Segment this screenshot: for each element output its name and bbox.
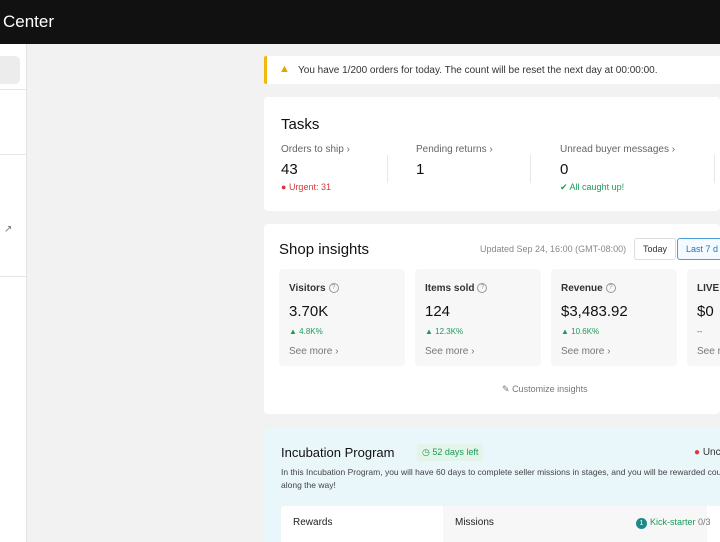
task-value: 1 bbox=[416, 161, 425, 178]
caught-up-text: All caught up! bbox=[569, 182, 625, 192]
task-label: Orders to ship › bbox=[281, 144, 350, 155]
clock-icon: ◷ bbox=[422, 447, 430, 457]
status-dot-icon: ● bbox=[694, 447, 701, 458]
see-more-link[interactable]: See more › bbox=[425, 346, 474, 357]
order-limit-notice: ▲ You have 1/200 orders for today. The c… bbox=[264, 56, 720, 84]
task-unread-messages[interactable]: Unread buyer messages › 0 ✔ All caught u… bbox=[560, 144, 675, 193]
incubation-program-card: Incubation Program ◷ 52 days left ● Unc … bbox=[264, 428, 720, 542]
sidebar-divider bbox=[0, 154, 27, 155]
tab-rewards[interactable]: Rewards bbox=[293, 517, 332, 528]
last-7-days-button[interactable]: Last 7 d bbox=[677, 238, 720, 260]
divider bbox=[530, 155, 531, 183]
sidebar: ↗ bbox=[0, 44, 27, 542]
top-bar: Center bbox=[0, 0, 720, 44]
help-icon[interactable]: ? bbox=[328, 283, 339, 294]
updated-timestamp: Updated Sep 24, 16:00 (GMT-08:00) bbox=[480, 244, 627, 254]
urgent-text: Urgent: 31 bbox=[288, 182, 331, 192]
insights-title: Shop insights bbox=[279, 241, 370, 258]
help-icon[interactable]: ? bbox=[605, 283, 616, 294]
status-text: Unc bbox=[702, 447, 720, 458]
task-orders-to-ship[interactable]: Orders to ship › 43 ● Urgent: 31 bbox=[281, 144, 350, 192]
incubation-description: In this Incubation Program, you will hav… bbox=[281, 467, 720, 490]
customize-label: Customize insights bbox=[512, 384, 588, 394]
notice-text: You have 1/200 orders for today. The cou… bbox=[298, 65, 658, 76]
metric-change: ▲ 4.8K% bbox=[289, 327, 323, 336]
app-title: Center bbox=[3, 12, 55, 31]
metric-value: 124 bbox=[425, 303, 451, 320]
sidebar-divider bbox=[0, 89, 27, 90]
metric-label: Visitors bbox=[289, 283, 326, 294]
task-value: 43 bbox=[281, 161, 298, 178]
metric-value: $0 bbox=[697, 303, 714, 320]
today-button[interactable]: Today bbox=[634, 238, 677, 260]
shop-insights-card: Shop insights Updated Sep 24, 16:00 (GMT… bbox=[264, 224, 720, 414]
task-value: 0 bbox=[560, 161, 569, 178]
metric-change: ▲ 12.3K% bbox=[425, 327, 464, 336]
metric-items-sold: Items sold? 124 ▲ 12.3K% See more › bbox=[415, 269, 541, 366]
external-link-icon[interactable]: ↗ bbox=[4, 224, 12, 235]
tasks-title: Tasks bbox=[281, 116, 320, 133]
status-indicator: ● Unc bbox=[694, 447, 720, 458]
stage-label: Kick-starter bbox=[650, 517, 696, 527]
days-left-text: 52 days left bbox=[432, 447, 479, 457]
sidebar-divider bbox=[0, 276, 27, 277]
task-label: Pending returns › bbox=[416, 144, 493, 155]
see-more-link[interactable]: See more › bbox=[289, 346, 338, 357]
metric-value: $3,483.92 bbox=[561, 303, 628, 320]
tasks-card: Tasks Orders to ship › 43 ● Urgent: 31 P… bbox=[264, 97, 720, 211]
task-pending-returns[interactable]: Pending returns › 1 bbox=[416, 144, 493, 178]
metric-change: ▲ 10.6K% bbox=[561, 327, 600, 336]
sidebar-item-selected[interactable] bbox=[0, 56, 20, 84]
edit-icon: ✎ bbox=[502, 384, 510, 394]
stage-progress: 0/3 bbox=[698, 517, 711, 527]
metric-revenue: Revenue? $3,483.92 ▲ 10.6K% See more › bbox=[551, 269, 677, 366]
metric-label: Items sold bbox=[425, 283, 475, 294]
metric-label: LIVE bbox=[697, 283, 720, 294]
warning-icon: ▲ bbox=[279, 63, 290, 75]
see-more-link[interactable]: See r bbox=[697, 346, 720, 357]
customize-insights-link[interactable]: ✎ Customize insights bbox=[502, 384, 588, 395]
metric-label: Revenue bbox=[561, 283, 603, 294]
metric-change: -- bbox=[697, 327, 703, 336]
task-label: Unread buyer messages › bbox=[560, 144, 676, 155]
days-left-badge: ◷ 52 days left bbox=[417, 444, 484, 461]
kick-starter-stage[interactable]: 1 Kick-starter 0/3 bbox=[636, 517, 711, 529]
stage-number-badge: 1 bbox=[636, 518, 647, 529]
see-more-link[interactable]: See more › bbox=[561, 346, 610, 357]
incubation-title: Incubation Program bbox=[281, 445, 395, 460]
metric-visitors: Visitors? 3.70K ▲ 4.8K% See more › bbox=[279, 269, 405, 366]
metric-value: 3.70K bbox=[289, 303, 329, 320]
help-icon[interactable]: ? bbox=[477, 283, 488, 294]
urgent-badge: ● Urgent: 31 bbox=[281, 182, 331, 192]
caught-up-badge: ✔ All caught up! bbox=[560, 182, 625, 192]
divider bbox=[714, 155, 715, 183]
incubation-tabs: Rewards Missions 1 Kick-starter 0/3 bbox=[281, 506, 720, 542]
divider bbox=[387, 155, 388, 183]
metric-live: LIVE $0 -- See r bbox=[687, 269, 720, 366]
